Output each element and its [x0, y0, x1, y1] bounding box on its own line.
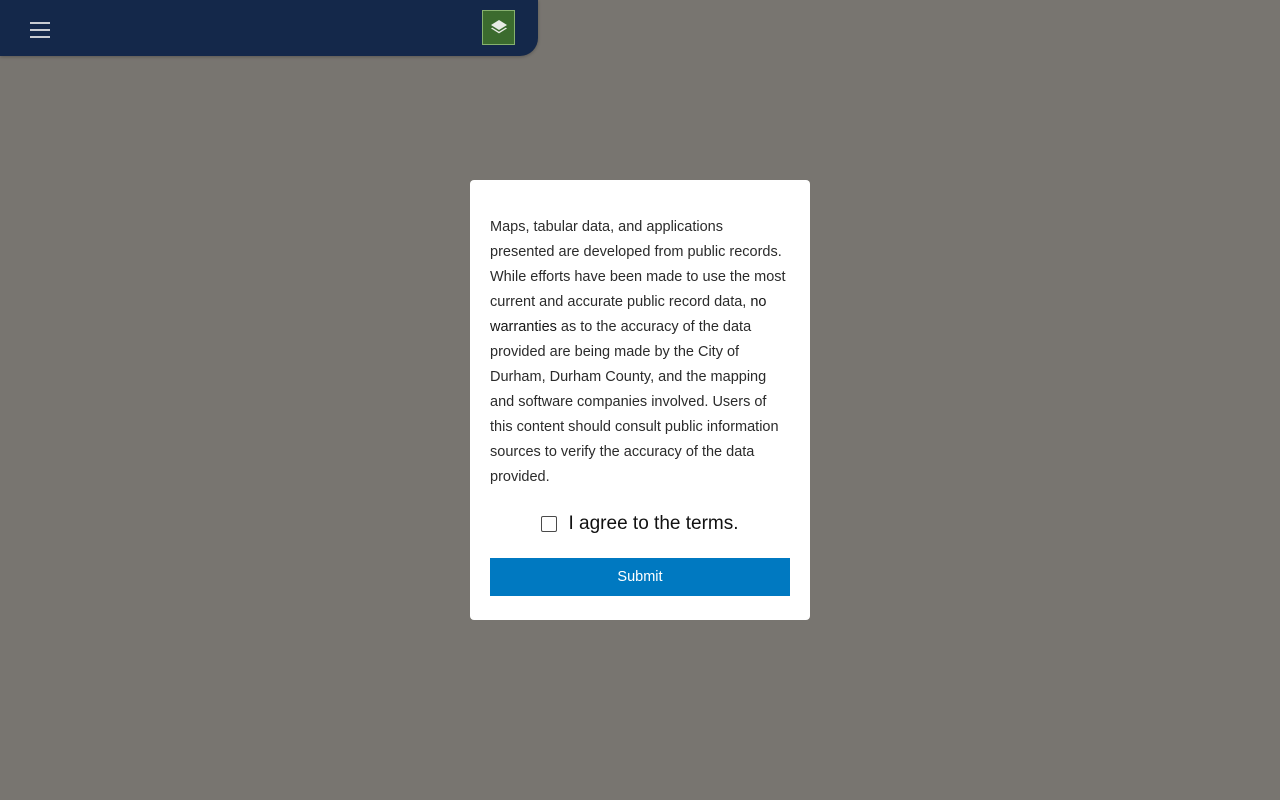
layers-button[interactable]	[482, 10, 515, 45]
disclaimer-dialog: Maps, tabular data, and applications pre…	[470, 180, 810, 620]
top-toolbar	[0, 0, 538, 56]
agree-label[interactable]: I agree to the terms.	[568, 513, 738, 535]
hamburger-menu-icon[interactable]	[22, 14, 58, 48]
layers-icon	[490, 19, 507, 33]
disclaimer-text-part-2: as to the accuracy of the data provided …	[490, 319, 779, 485]
agree-row[interactable]: I agree to the terms.	[490, 510, 790, 538]
submit-button[interactable]: Submit	[490, 558, 790, 596]
disclaimer-text-part-1: Maps, tabular data, and applications pre…	[490, 219, 786, 310]
disclaimer-text: Maps, tabular data, and applications pre…	[490, 215, 790, 490]
agree-checkbox[interactable]	[541, 516, 558, 532]
